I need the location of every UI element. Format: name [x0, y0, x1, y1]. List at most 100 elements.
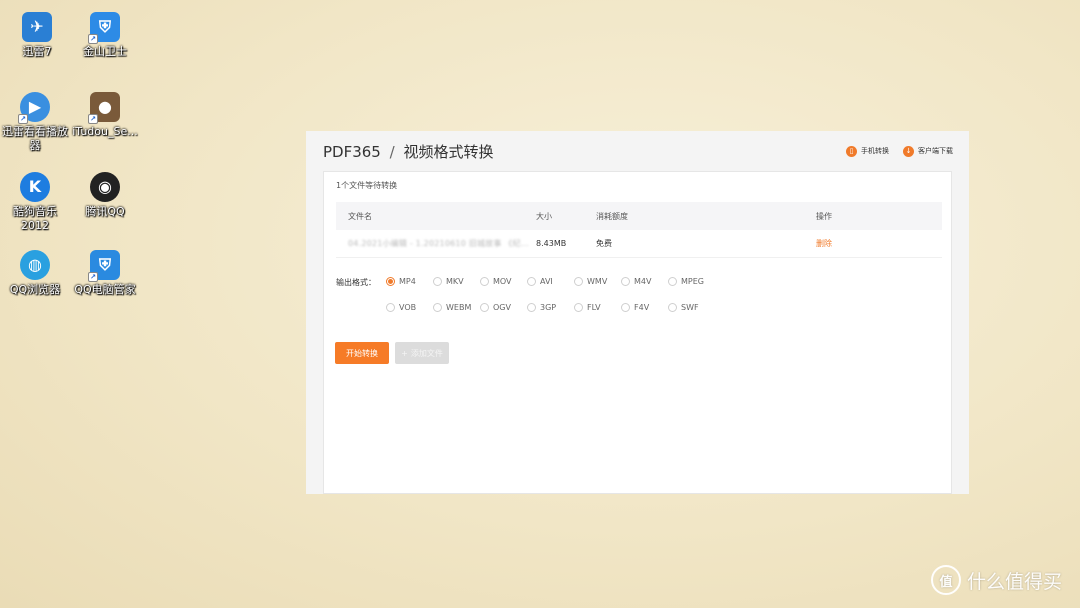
client-download-label: 客户端下载	[918, 147, 953, 155]
page-title: PDF365 / 视频格式转换	[323, 141, 494, 162]
desktop-icon-itudou[interactable]: ● ↗ iTudou_Se...	[70, 92, 140, 139]
format-label: MP4	[399, 276, 416, 286]
column-header-name: 文件名	[348, 211, 372, 221]
radio-button[interactable]	[621, 276, 630, 286]
mobile-convert-label: 手机转换	[861, 147, 889, 155]
download-icon: ↓	[903, 145, 914, 157]
desktop-icon-label: 迅雷7	[22, 45, 52, 58]
phone-icon: ▯	[846, 145, 857, 157]
format-label: F4V	[634, 302, 650, 312]
format-label: AVI	[540, 276, 553, 286]
format-option-vob[interactable]: VOB	[386, 299, 433, 315]
format-option-ogv[interactable]: OGV	[480, 299, 527, 315]
radio-button[interactable]	[574, 276, 583, 286]
qq-penguin-icon: ◉	[90, 172, 120, 202]
format-label: OGV	[493, 302, 511, 312]
format-option-mov[interactable]: MOV	[480, 273, 527, 289]
format-label: M4V	[634, 276, 652, 286]
tool-title: 视频格式转换	[403, 142, 494, 161]
format-label: MOV	[493, 276, 512, 286]
radio-button[interactable]	[433, 276, 442, 286]
format-label: WEBM	[446, 302, 472, 312]
format-label: SWF	[681, 302, 699, 312]
radio-button[interactable]	[668, 276, 677, 286]
format-option-f4v[interactable]: F4V	[621, 299, 668, 315]
delete-file-link[interactable]: 删除	[816, 238, 916, 249]
shield-icon: ⛨ ↗	[88, 12, 120, 44]
client-download-link[interactable]: ↓ 客户端下载	[903, 145, 953, 157]
format-option-wmv[interactable]: WMV	[574, 273, 621, 289]
radio-button[interactable]	[527, 302, 536, 312]
format-option-avi[interactable]: AVI	[527, 273, 574, 289]
file-name: 04.2021小编辑 - 1.20210610 旧城故事 《纪念日的...	[348, 239, 536, 248]
table-header: 文件名 大小 消耗额度 操作	[336, 202, 942, 230]
format-option-m4v[interactable]: M4V	[621, 273, 668, 289]
radio-button[interactable]	[480, 302, 489, 312]
window-header: PDF365 / 视频格式转换 ▯ 手机转换 ↓ 客户端下载	[306, 131, 969, 171]
desktop-icon-label: 酷狗音乐 2012	[13, 205, 57, 232]
player-icon: ▶ ↗	[18, 92, 50, 124]
converter-window: PDF365 / 视频格式转换 ▯ 手机转换 ↓ 客户端下载 1个文件等待转换 …	[306, 131, 969, 494]
radio-button[interactable]	[386, 276, 395, 286]
desktop-icon-xunlei[interactable]: ✈ 迅雷7	[2, 12, 72, 59]
desktop-icon-label: iTudou_Se...	[72, 125, 138, 138]
qq-manager-icon: ⛨ ↗	[88, 250, 120, 282]
column-header-quota: 消耗额度	[596, 211, 628, 221]
radio-button[interactable]	[621, 302, 630, 312]
output-format-label: 输出格式：	[336, 278, 376, 287]
file-quota: 免费	[596, 239, 612, 248]
format-option-mkv[interactable]: MKV	[433, 273, 480, 289]
watermark: 值 什么值得买	[930, 565, 1062, 595]
desktop-icon-xunlei-player[interactable]: ▶ ↗ 迅雷看看播放器	[0, 92, 70, 153]
format-label: MPEG	[681, 276, 704, 286]
header-links: ▯ 手机转换 ↓ 客户端下载	[846, 145, 953, 157]
add-file-label: 添加文件	[410, 348, 443, 358]
radio-button[interactable]	[433, 302, 442, 312]
mobile-convert-link[interactable]: ▯ 手机转换	[846, 145, 889, 157]
format-option-swf[interactable]: SWF	[668, 299, 715, 315]
format-option-mpeg[interactable]: MPEG	[668, 273, 715, 289]
column-header-action: 操作	[816, 211, 832, 221]
itudou-icon: ● ↗	[88, 92, 120, 124]
watermark-text: 什么值得买	[966, 570, 1062, 593]
add-file-button[interactable]: + 添加文件	[395, 342, 449, 364]
file-size: 8.43MB	[536, 239, 567, 248]
table-row: 04.2021小编辑 - 1.20210610 旧城故事 《纪念日的... 8.…	[336, 230, 942, 258]
column-header-size: 大小	[536, 211, 552, 221]
desktop-icon-label: QQ电脑管家	[74, 283, 136, 296]
format-option-3gp[interactable]: 3GP	[527, 299, 574, 315]
radio-button[interactable]	[574, 302, 583, 312]
conversion-panel: 1个文件等待转换 文件名 大小 消耗额度 操作 04.2021小编辑 - 1.2…	[323, 171, 952, 494]
watermark-logo-icon: 值	[930, 565, 961, 595]
pending-count: 1个文件等待转换	[336, 181, 398, 190]
desktop-icon-kugou[interactable]: K 酷狗音乐 2012	[0, 172, 70, 233]
title-separator: /	[389, 142, 395, 161]
radio-button[interactable]	[527, 276, 536, 286]
desktop-icon-qq-browser[interactable]: ◍ QQ浏览器	[0, 250, 70, 297]
desktop-icon-qq[interactable]: ◉ 腾讯QQ	[70, 172, 140, 219]
desktop-icon-label: QQ浏览器	[9, 283, 61, 296]
format-label: MKV	[446, 276, 464, 286]
format-option-flv[interactable]: FLV	[574, 299, 621, 315]
brand-name: PDF365	[323, 142, 381, 161]
format-label: WMV	[587, 276, 608, 286]
radio-button[interactable]	[480, 276, 489, 286]
kugou-icon: K	[20, 172, 50, 202]
format-label: VOB	[399, 302, 417, 312]
format-option-mp4[interactable]: MP4	[386, 273, 433, 289]
desktop-icon-label: 迅雷看看播放器	[2, 125, 68, 152]
start-convert-button[interactable]: 开始转换	[335, 342, 389, 364]
desktop-icon-label: 腾讯QQ	[85, 205, 125, 218]
desktop-icon-label: 金山卫士	[83, 45, 127, 58]
radio-button[interactable]	[668, 302, 677, 312]
desktop-icon-qq-manager[interactable]: ⛨ ↗ QQ电脑管家	[70, 250, 140, 297]
file-table: 文件名 大小 消耗额度 操作 04.2021小编辑 - 1.20210610 旧…	[336, 202, 942, 258]
format-label: 3GP	[540, 302, 557, 312]
format-options: MP4 MKV MOV AVI WMV M4V MPEG VOB WEBM OG…	[386, 273, 766, 315]
format-option-webm[interactable]: WEBM	[433, 299, 480, 315]
plus-icon: +	[401, 348, 408, 358]
radio-button[interactable]	[386, 302, 395, 312]
xunlei-icon: ✈	[22, 12, 52, 42]
format-label: FLV	[587, 302, 601, 312]
desktop-icon-jinshan-guard[interactable]: ⛨ ↗ 金山卫士	[70, 12, 140, 59]
